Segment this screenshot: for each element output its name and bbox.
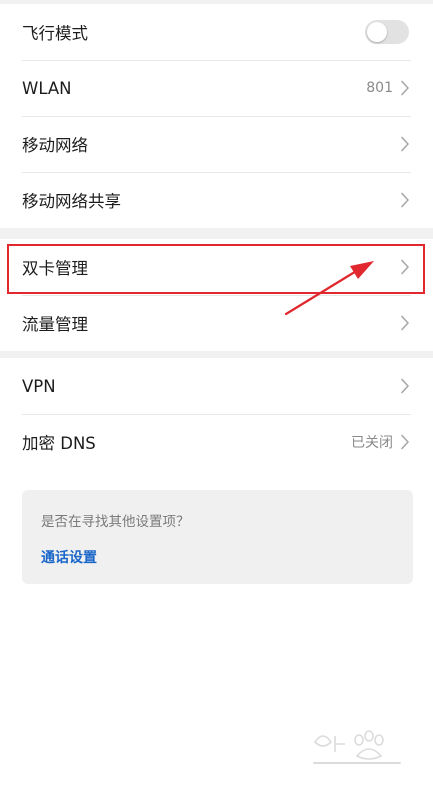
data-usage-row[interactable]: 流量管理 [0,295,433,351]
call-settings-link[interactable]: 通话设置 [41,547,394,567]
vpn-label: VPN [22,376,56,396]
airplane-mode-toggle[interactable] [365,20,409,44]
hotspot-label: 移动网络共享 [22,192,121,211]
data-usage-label: 流量管理 [22,315,88,334]
private-dns-row[interactable]: 加密 DNS 已关闭 [0,414,433,470]
chevron-right-icon [399,136,411,152]
wlan-value: 801 [366,80,393,96]
mobile-network-label: 移动网络 [22,136,88,155]
mobile-network-row[interactable]: 移动网络 [0,116,433,172]
settings-group-connectivity: 飞行模式 WLAN 801 移动网络 移动网络共享 [0,4,433,228]
wlan-label: WLAN [22,78,72,98]
chevron-right-icon [399,315,411,331]
dual-sim-row[interactable]: 双卡管理 [0,239,433,295]
hotspot-row[interactable]: 移动网络共享 [0,172,433,228]
wlan-row[interactable]: WLAN 801 [0,60,433,116]
airplane-mode-label: 飞行模式 [22,24,88,43]
dual-sim-label: 双卡管理 [22,259,88,278]
airplane-mode-row[interactable]: 飞行模式 [0,4,433,60]
vpn-row[interactable]: VPN [0,358,433,414]
settings-group-sim: 双卡管理 流量管理 [0,239,433,351]
network-settings-screen: 飞行模式 WLAN 801 移动网络 移动网络共享 双卡管理 流量管理 VPN … [0,0,433,794]
chevron-right-icon [399,259,411,275]
chevron-right-icon [399,80,411,96]
suggestion-card: 是否在寻找其他设置项？ 通话设置 [22,490,413,584]
chevron-right-icon [399,434,411,450]
suggestion-question: 是否在寻找其他设置项？ [41,514,190,530]
chevron-right-icon [399,378,411,394]
private-dns-value: 已关闭 [351,435,393,451]
private-dns-label: 加密 DNS [22,434,96,453]
chevron-right-icon [399,192,411,208]
toggle-knob [367,22,387,42]
baidu-jingyan-watermark [313,730,401,764]
